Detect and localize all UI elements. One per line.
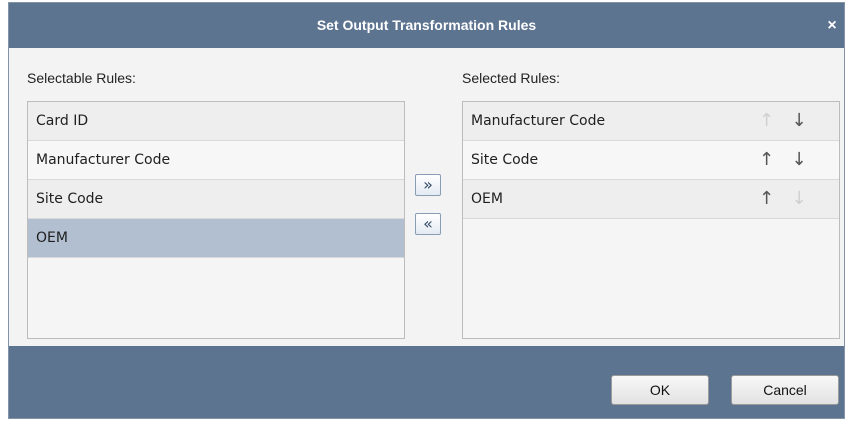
close-icon[interactable]: ×	[822, 3, 842, 48]
dialog-title: Set Output Transformation Rules	[316, 17, 537, 33]
arrow-up-icon[interactable]: ↑	[753, 180, 781, 218]
selected-rule-item[interactable]: OEM ↑ ↓	[463, 180, 839, 219]
selected-rules-label: Selected Rules:	[462, 70, 561, 86]
dialog-titlebar: Set Output Transformation Rules ×	[9, 3, 844, 48]
selectable-rule-item[interactable]: Site Code	[28, 180, 404, 219]
selectable-rule-item-selected[interactable]: OEM	[28, 219, 404, 258]
selected-rules-list[interactable]: Manufacturer Code ↑ ↓ Site Code ↑ ↓ OEM …	[462, 101, 840, 339]
arrow-down-icon[interactable]: ↓	[785, 102, 813, 140]
ok-button[interactable]: OK	[611, 375, 709, 405]
arrow-up-icon[interactable]: ↑	[753, 141, 781, 179]
selected-rule-label: Manufacturer Code	[471, 113, 606, 129]
selectable-rule-item[interactable]: Manufacturer Code	[28, 141, 404, 180]
selectable-rule-item[interactable]: Card ID	[28, 102, 404, 141]
dialog-body: Selectable Rules: Selected Rules: Card I…	[9, 48, 844, 348]
arrow-down-icon: ↓	[791, 188, 807, 209]
selectable-rules-label: Selectable Rules:	[27, 70, 136, 86]
rule-order-controls: ↑ ↓	[753, 141, 813, 180]
output-rules-dialog: Set Output Transformation Rules × Select…	[8, 2, 845, 419]
arrow-up-icon: ↑	[759, 110, 775, 131]
selected-rule-item[interactable]: Site Code ↑ ↓	[463, 141, 839, 180]
arrow-down-icon[interactable]: ↓	[785, 141, 813, 179]
remove-rule-button[interactable]: «	[415, 213, 441, 235]
dialog-footer: OK Cancel	[9, 346, 844, 418]
selected-rule-label: Site Code	[471, 152, 539, 168]
rule-order-controls: ↑ ↓	[753, 102, 813, 141]
cancel-button[interactable]: Cancel	[731, 375, 839, 405]
selectable-rules-list[interactable]: Card ID Manufacturer Code Site Code OEM	[27, 101, 405, 339]
rule-order-controls: ↑ ↓	[753, 180, 813, 219]
add-rule-button[interactable]: »	[415, 174, 441, 196]
selected-rule-item[interactable]: Manufacturer Code ↑ ↓	[463, 102, 839, 141]
selected-rule-label: OEM	[471, 191, 503, 207]
